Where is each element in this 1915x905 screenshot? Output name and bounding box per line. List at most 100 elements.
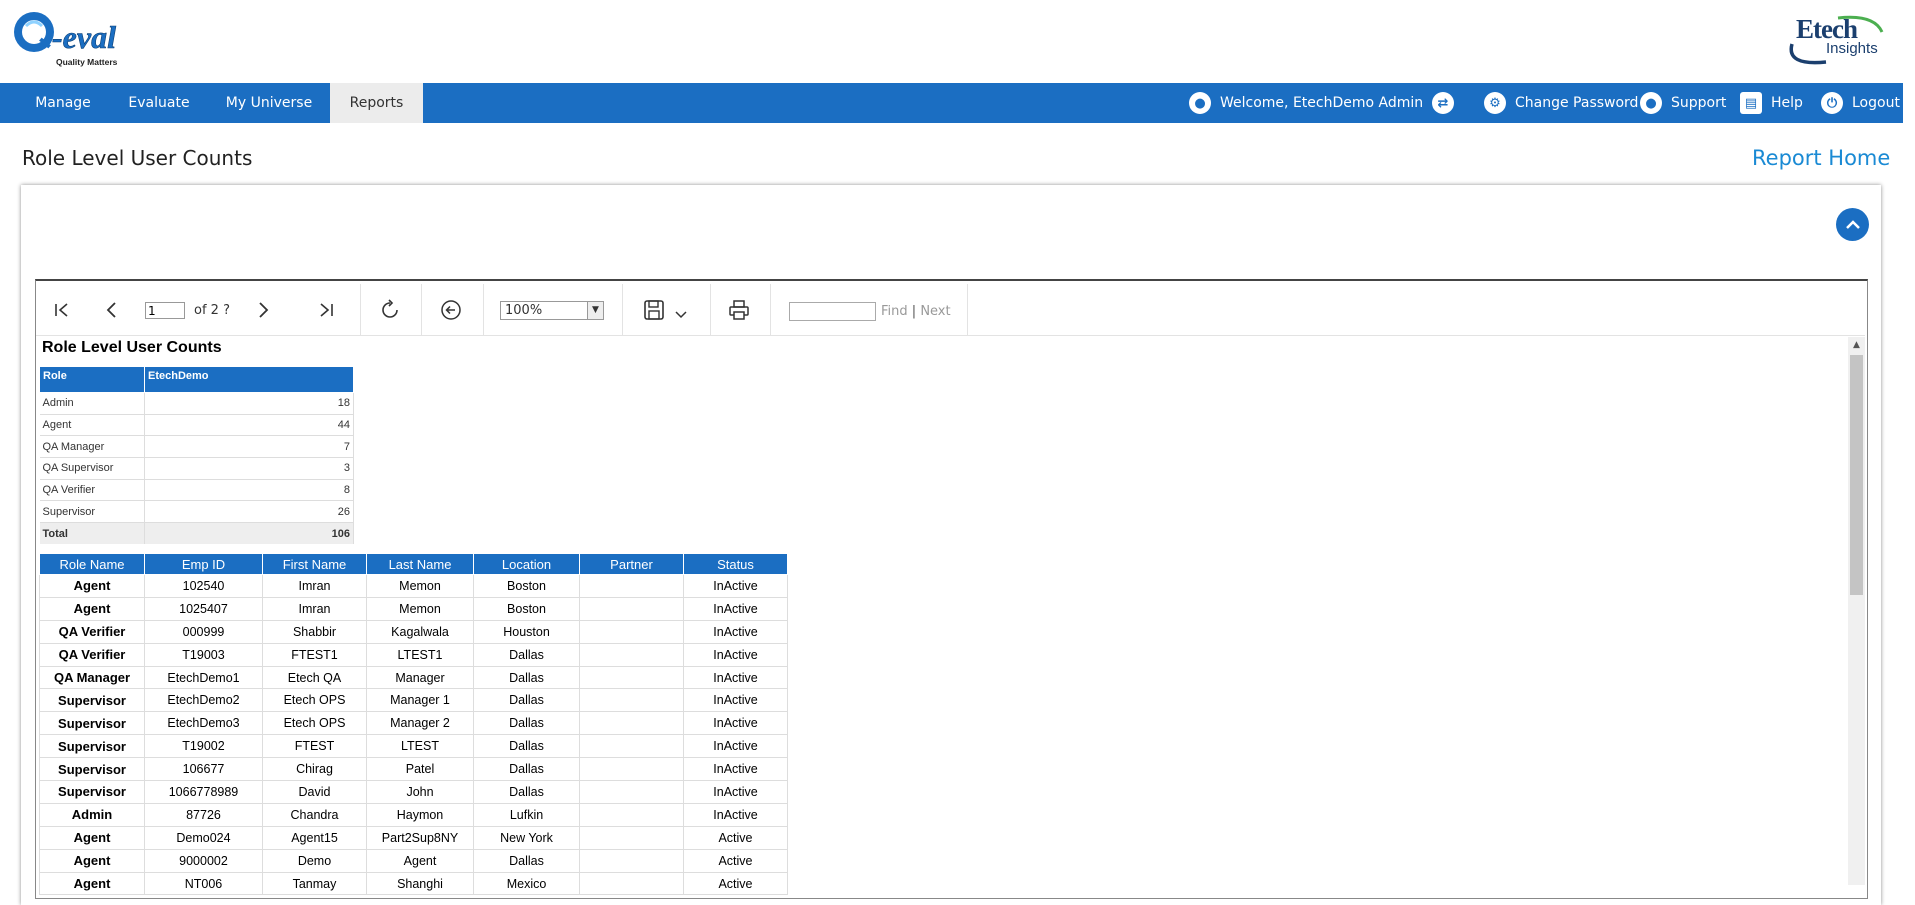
collapse-button[interactable]: [1836, 208, 1869, 241]
find-separator: |: [911, 304, 917, 319]
nav-item-my-universe[interactable]: My Universe: [214, 83, 324, 123]
cell-last-name: Part2Sup8NY: [366, 825, 474, 850]
cell-first-name: Imran: [262, 574, 367, 598]
summary-count: 7: [144, 435, 354, 459]
cell-status: Active: [683, 848, 788, 873]
table-row: Supervisor T19002 FTEST LTEST Dallas InActive: [39, 734, 788, 759]
find-input[interactable]: [789, 302, 876, 321]
header-last-name: Last Name: [366, 553, 474, 575]
cell-emp-id: 1066778989: [144, 780, 263, 804]
scroll-up-icon[interactable]: ▲: [1848, 337, 1865, 353]
export-button[interactable]: [642, 298, 666, 322]
welcome-user[interactable]: ● Welcome, EtechDemo Admin: [1189, 83, 1423, 123]
last-page-button[interactable]: [314, 298, 338, 322]
cell-partner: [579, 596, 684, 621]
summary-row: Supervisor 26: [39, 500, 354, 524]
cell-status: InActive: [683, 757, 788, 782]
export-dropdown[interactable]: [669, 302, 693, 326]
summary-total-row: Total 106: [39, 522, 354, 545]
cell-first-name: Imran: [262, 596, 367, 621]
cell-location: Dallas: [473, 734, 580, 759]
cell-status: InActive: [683, 642, 788, 667]
support-link[interactable]: ● Support: [1640, 83, 1726, 123]
summary-role: Admin: [39, 392, 145, 415]
cell-location: Dallas: [473, 780, 580, 804]
cell-emp-id: T19002: [144, 734, 263, 759]
cell-location: Dallas: [473, 642, 580, 667]
nav-item-reports[interactable]: Reports: [330, 83, 423, 123]
cell-location: Boston: [473, 596, 580, 621]
print-button[interactable]: [727, 298, 751, 322]
nav-item-evaluate[interactable]: Evaluate: [116, 83, 202, 123]
chevron-up-icon: [1845, 219, 1860, 229]
zoom-value: 100%: [505, 303, 543, 318]
support-icon: ●: [1640, 92, 1662, 114]
find-link[interactable]: Find: [881, 304, 908, 319]
cell-status: InActive: [683, 802, 788, 827]
change-password-link[interactable]: ⚙ Change Password: [1484, 83, 1638, 123]
cell-first-name: Agent15: [262, 825, 367, 850]
summary-role: Supervisor: [39, 500, 145, 524]
cell-last-name: Patel: [366, 757, 474, 782]
switch-button[interactable]: ⇄: [1432, 83, 1454, 123]
cell-status: InActive: [683, 574, 788, 598]
nav-item-manage[interactable]: Manage: [22, 83, 104, 123]
refresh-button[interactable]: [378, 298, 402, 322]
summary-row: QA Verifier 8: [39, 479, 354, 502]
qeval-logo[interactable]: -eval Quality Matters: [12, 8, 132, 72]
logout-link[interactable]: ⏻ Logout: [1821, 83, 1900, 123]
toolbar-separator: [967, 284, 968, 335]
cell-location: Lufkin: [473, 802, 580, 827]
cell-emp-id: 000999: [144, 619, 263, 644]
cell-first-name: FTEST1: [262, 642, 367, 667]
toolbar-separator: [770, 284, 771, 335]
cell-role-name: Supervisor: [39, 734, 145, 759]
report-home-link[interactable]: Report Home: [1752, 146, 1890, 170]
cell-role-name: Supervisor: [39, 757, 145, 782]
chevron-right-icon: [259, 302, 269, 318]
help-link[interactable]: ▤ Help: [1740, 83, 1803, 123]
cell-last-name: Manager 1: [366, 688, 474, 713]
cell-location: Dallas: [473, 848, 580, 873]
cell-last-name: Memon: [366, 574, 474, 598]
page-number-input[interactable]: [145, 302, 185, 319]
table-row: Agent 1025407 Imran Memon Boston InActive: [39, 596, 788, 621]
cell-role-name: Agent: [39, 574, 145, 598]
cell-status: InActive: [683, 688, 788, 713]
report-scrollbar[interactable]: ▲: [1848, 337, 1865, 885]
change-password-label: Change Password: [1515, 95, 1639, 111]
cell-location: New York: [473, 825, 580, 850]
toolbar-separator: [360, 284, 361, 335]
chevron-left-icon: [106, 302, 116, 318]
cell-status: InActive: [683, 780, 788, 804]
cell-location: Boston: [473, 574, 580, 598]
summary-count: 44: [144, 414, 354, 437]
back-button[interactable]: [439, 298, 463, 322]
cell-location: Houston: [473, 619, 580, 644]
next-link[interactable]: Next: [920, 304, 950, 319]
cell-location: Mexico: [473, 871, 580, 896]
cell-role-name: Agent: [39, 871, 145, 896]
summary-count: 8: [144, 479, 354, 502]
zoom-select[interactable]: 100% ▼: [500, 301, 604, 320]
next-page-button[interactable]: [251, 298, 275, 322]
cell-partner: [579, 574, 684, 598]
header-emp-id: Emp ID: [144, 553, 263, 575]
summary-total-label: Total: [39, 522, 145, 545]
page-title: Role Level User Counts: [22, 146, 253, 170]
cell-emp-id: 87726: [144, 802, 263, 827]
cell-role-name: QA Manager: [39, 665, 145, 690]
logout-label: Logout: [1852, 95, 1900, 111]
etech-insights-logo[interactable]: Etech Insights: [1778, 10, 1888, 68]
chevron-down-icon: [675, 311, 687, 319]
first-page-button[interactable]: [50, 298, 74, 322]
cell-first-name: Etech OPS: [262, 688, 367, 713]
header-partner: Partner: [579, 553, 684, 575]
cell-partner: [579, 665, 684, 690]
switch-icon: ⇄: [1432, 92, 1454, 114]
prev-page-button[interactable]: [100, 298, 124, 322]
cell-first-name: Tanmay: [262, 871, 367, 896]
scroll-thumb[interactable]: [1850, 355, 1863, 595]
cell-partner: [579, 825, 684, 850]
cell-role-name: Supervisor: [39, 711, 145, 736]
